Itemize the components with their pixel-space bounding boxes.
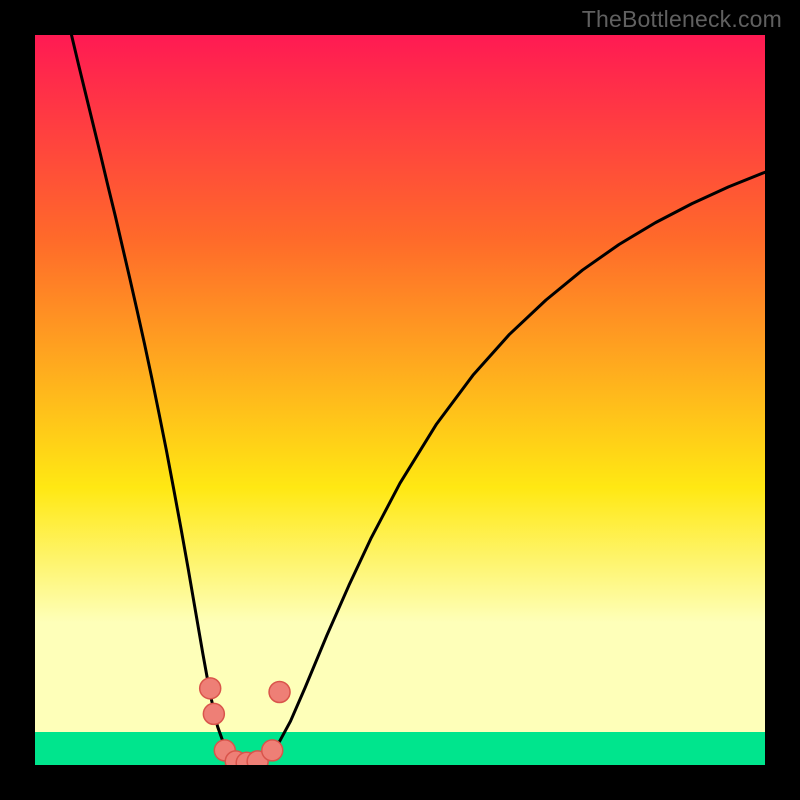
- chart-frame: TheBottleneck.com: [0, 0, 800, 800]
- chart-svg: [35, 35, 765, 765]
- attribution-label: TheBottleneck.com: [582, 6, 782, 33]
- chart-plot-area: [35, 35, 765, 765]
